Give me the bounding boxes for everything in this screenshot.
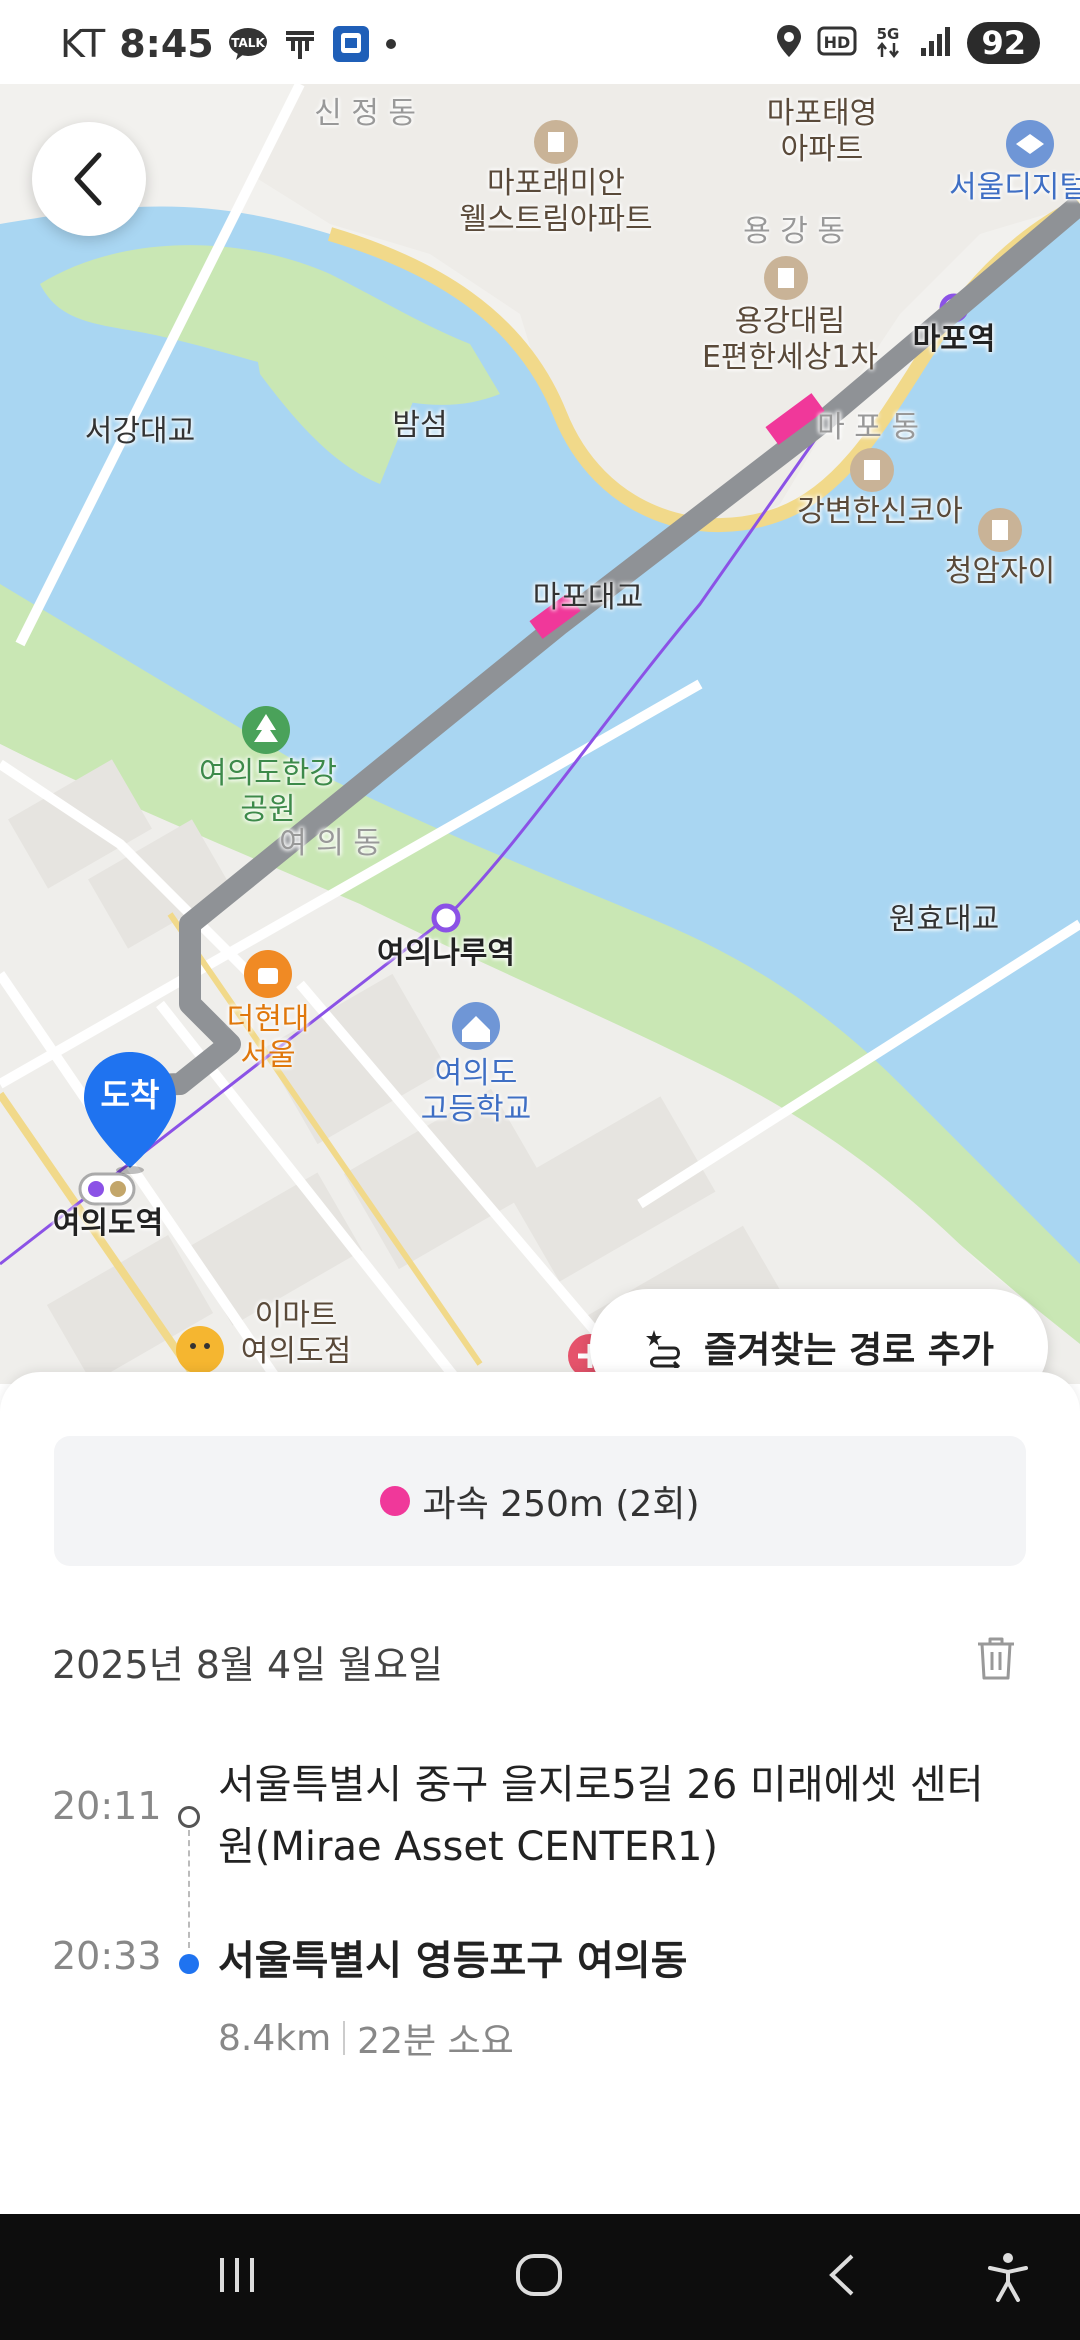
add-favorite-route-button[interactable]: 즐겨찾는 경로 추가 xyxy=(590,1289,1048,1384)
home-button[interactable] xyxy=(514,2252,564,2302)
map-label-yeouido-station: 여의도역 xyxy=(52,1206,164,1241)
back-button[interactable] xyxy=(32,122,146,236)
back-icon xyxy=(829,2254,854,2296)
location-icon xyxy=(775,23,803,63)
status-bar: KT 8:45 TALK HD 5G 92 xyxy=(0,0,1080,84)
trip-duration: 22분 소요 xyxy=(357,2021,514,2062)
nav-back-button[interactable] xyxy=(824,2252,860,2302)
map-label-yeouido-park: 여의도한강 공원 xyxy=(199,756,337,827)
end-time: 20:33 xyxy=(52,1934,162,1978)
accessibility-button[interactable] xyxy=(986,2252,1030,2306)
recents-icon xyxy=(220,2258,254,2292)
signal-icon xyxy=(919,24,953,62)
trip-detail-sheet: 과속 250m (2회) 2025년 8월 4일 월요일 20:11 서울특별시… xyxy=(0,1372,1080,2214)
speeding-summary-box: 과속 250m (2회) xyxy=(54,1436,1026,1566)
delete-button[interactable] xyxy=(974,1634,1018,1686)
start-time: 20:11 xyxy=(52,1784,162,1828)
meta-divider xyxy=(343,2021,346,2055)
map-label-yeoui-dong: 여 의 동 xyxy=(279,826,381,861)
carrier-label: KT xyxy=(60,22,106,66)
dot-icon xyxy=(384,37,398,51)
map-label-cheongam: 청암자이 xyxy=(944,554,1056,589)
map-label-gangbyeon: 강변한신코아 xyxy=(797,494,963,529)
t-icon xyxy=(282,27,318,61)
trip-meta: 8.4km 22분 소요 xyxy=(218,2012,514,2064)
map-label-emart: 이마트 여의도점 xyxy=(240,1298,352,1369)
timeline-connector xyxy=(188,1830,190,1948)
talk-icon: TALK xyxy=(228,27,268,61)
trip-date: 2025년 8월 4일 월요일 xyxy=(52,1643,444,1687)
map-label-mapo-taeyoung: 마포태영 아파트 xyxy=(766,96,878,167)
speeding-dot-icon xyxy=(380,1486,411,1516)
start-address: 서울특별시 중구 을지로5길 26 미래에셋 센터원(Mirae Asset C… xyxy=(218,1762,984,1870)
speeding-summary-text: 과속 250m (2회) xyxy=(422,1484,700,1525)
system-nav-bar xyxy=(0,2214,1080,2340)
trip-distance: 8.4km xyxy=(218,2017,332,2059)
arrival-pin-label: 도착 xyxy=(100,1076,160,1114)
map-label-yeouido-highschool: 여의도 고등학교 xyxy=(420,1056,532,1127)
map-label-seoul-digital: 서울디지털 xyxy=(949,170,1080,205)
svg-text:TALK: TALK xyxy=(231,36,265,50)
route-map[interactable]: 신 정 동 마포태영 아파트 마포래미안 웰스트림아파트 서울디지털 용 강 동… xyxy=(0,84,1080,1384)
5g-icon: 5G xyxy=(871,23,905,63)
add-favorite-route-label: 즐겨찾는 경로 추가 xyxy=(703,1330,995,1371)
svg-text:5G: 5G xyxy=(877,25,900,43)
map-label-bamseom: 밤섬 xyxy=(392,408,448,443)
home-icon xyxy=(516,2254,562,2296)
map-label-mapo-station: 마포역 xyxy=(912,322,996,357)
end-marker xyxy=(179,1954,199,1974)
recents-button[interactable] xyxy=(214,2252,260,2302)
map-label-wonhyo-bridge: 원효대교 xyxy=(888,902,1000,937)
map-label-mapo-bridge: 마포대교 xyxy=(532,580,644,615)
app-icon xyxy=(332,25,370,63)
end-address: 서울특별시 영등포구 여의동 xyxy=(218,1938,688,1984)
map-label-sinjeong: 신 정 동 xyxy=(314,96,416,131)
map-label-mapo-raemian: 마포래미안 웰스트림아파트 xyxy=(459,166,653,237)
hd-icon: HD xyxy=(817,24,857,62)
route-star-icon xyxy=(645,1330,681,1368)
arrival-pin[interactable]: 도착 xyxy=(82,1050,178,1174)
map-label-yonggang-dong: 용 강 동 xyxy=(743,214,845,249)
map-label-the-hyundai: 더현대 서울 xyxy=(226,1002,310,1073)
map-label-yeouinaru-station: 여의나루역 xyxy=(377,936,515,971)
start-marker xyxy=(178,1806,200,1828)
map-label-mapo-dong: 마 포 동 xyxy=(817,410,919,445)
trash-icon xyxy=(978,1637,1014,1680)
map-canvas xyxy=(0,84,1080,1384)
svg-text:HD: HD xyxy=(824,33,851,52)
map-label-seogang-bridge: 서강대교 xyxy=(84,414,196,449)
clock: 8:45 xyxy=(119,22,214,66)
battery-level: 92 xyxy=(967,22,1040,64)
map-label-yonggang-daelim: 용강대림 E편한세상1차 xyxy=(701,304,879,375)
accessibility-icon xyxy=(988,2253,1028,2302)
chevron-left-icon xyxy=(74,152,102,206)
